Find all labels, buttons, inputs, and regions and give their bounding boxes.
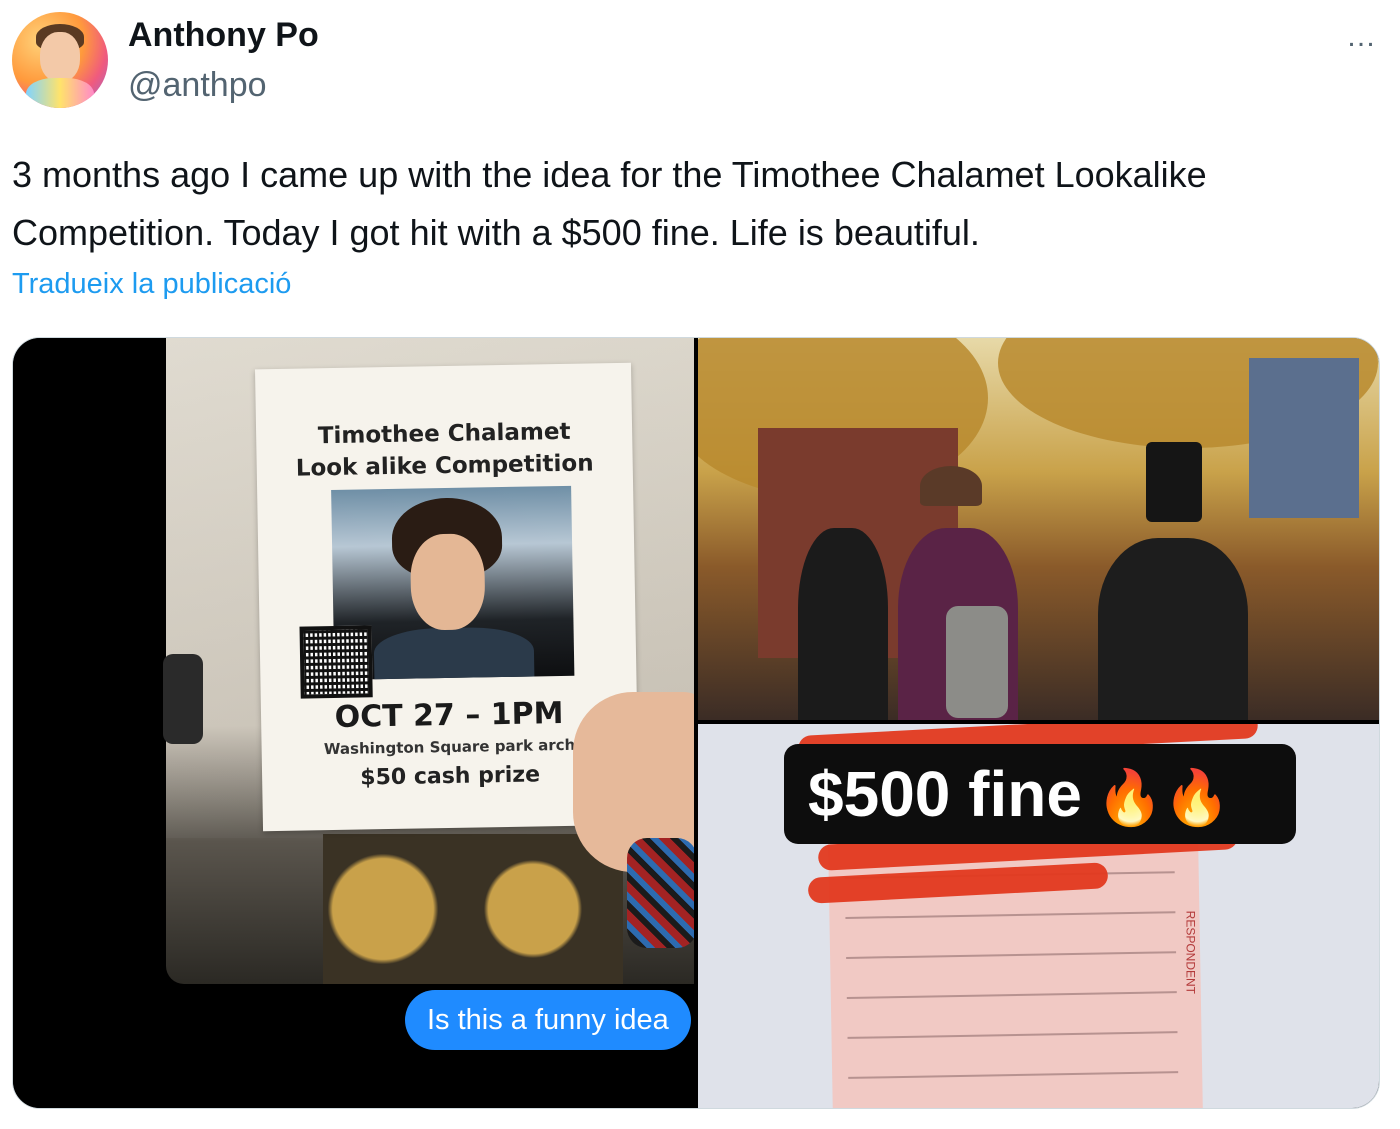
media-image-3[interactable]: $500 fine 🔥🔥 RESPONDENT — [698, 724, 1379, 1108]
fine-overlay: $500 fine 🔥🔥 — [784, 744, 1296, 844]
portrait-body — [373, 626, 535, 680]
author-avatar[interactable] — [12, 12, 108, 108]
chat-bubble: Is this a funny idea — [405, 990, 691, 1050]
phone-edge — [163, 654, 203, 744]
ticket-line — [845, 911, 1176, 919]
flyer-title-line-2: Look alike Competition — [295, 450, 594, 482]
ticket-line — [846, 991, 1177, 999]
tower-building — [1249, 358, 1359, 518]
fire-icon: 🔥🔥 — [1095, 768, 1231, 828]
ticket-line — [848, 1071, 1179, 1079]
portrait-face — [409, 533, 486, 631]
avatar-face — [40, 32, 80, 82]
media-image-1[interactable]: Timothee Chalamet Look alike Competition… — [13, 338, 694, 1108]
avatar-shirt — [26, 78, 94, 108]
sleeve — [627, 838, 694, 948]
phone — [946, 606, 1008, 718]
ticket-line — [847, 1031, 1178, 1039]
shoes — [323, 834, 623, 984]
qr-code-icon — [299, 625, 373, 699]
translate-post-link[interactable]: Tradueix la publicació — [12, 268, 291, 301]
respondent-label: RESPONDENT — [1183, 910, 1197, 994]
person — [798, 528, 888, 720]
media-grid: Timothee Chalamet Look alike Competition… — [12, 337, 1380, 1109]
tweet-text: 3 months ago I came up with the idea for… — [12, 154, 1207, 253]
brown-hat — [920, 466, 982, 506]
media-image-2[interactable] — [698, 338, 1379, 720]
street-scene — [698, 338, 1379, 720]
author-handle[interactable]: @anthpo — [128, 66, 267, 105]
ticket-line — [846, 951, 1177, 959]
person — [1098, 538, 1248, 720]
fine-text: $500 fine — [808, 758, 1082, 830]
more-options-icon[interactable]: … — [1346, 20, 1378, 54]
top-hat — [1146, 442, 1202, 522]
author-display-name[interactable]: Anthony Po — [128, 16, 319, 55]
